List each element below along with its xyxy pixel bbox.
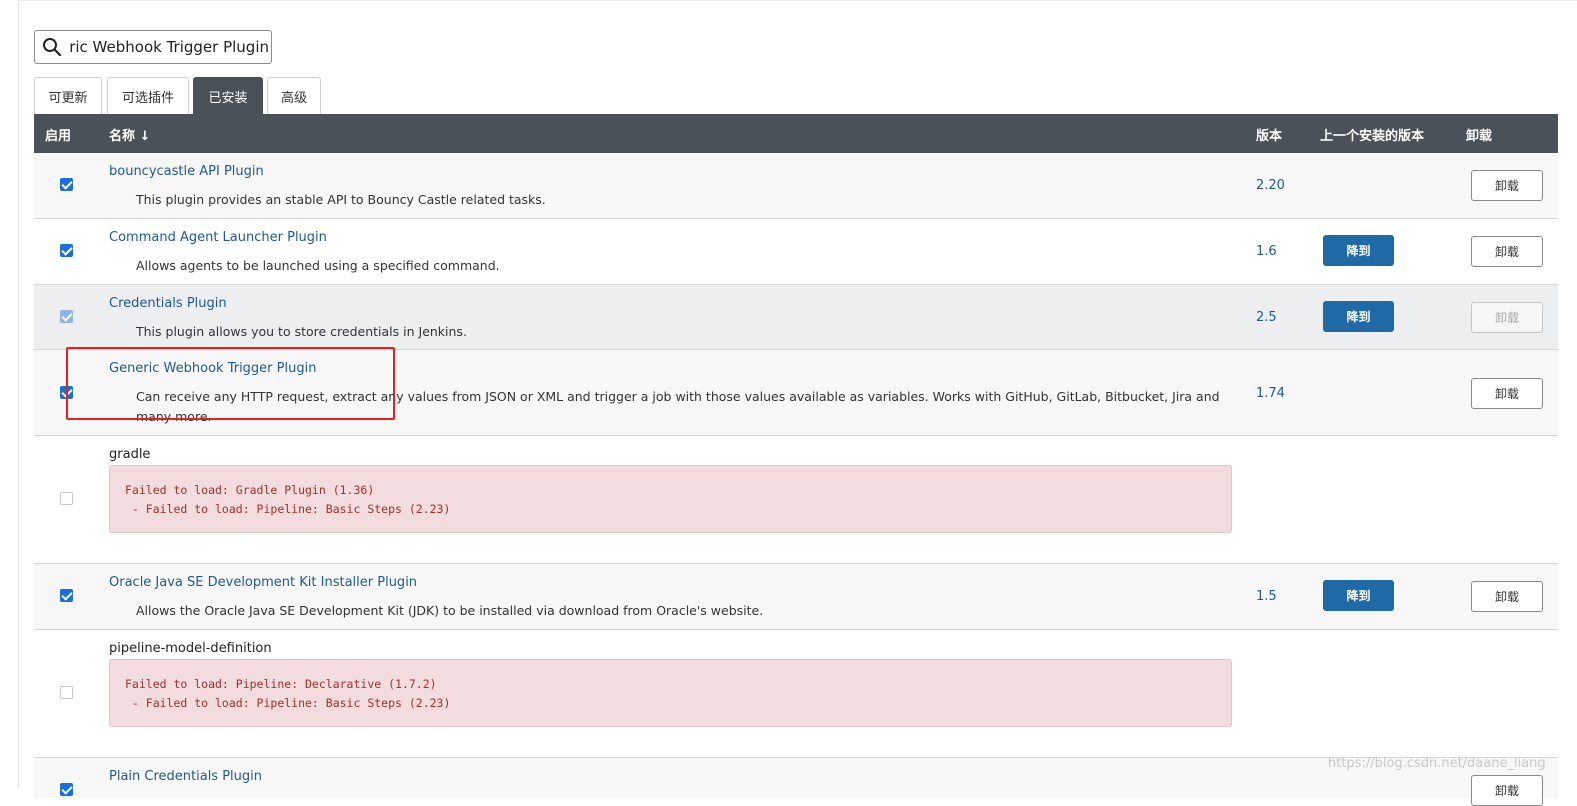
plugin-version-link[interactable]: 2.5: [1256, 310, 1277, 325]
enable-checkbox: [60, 686, 73, 699]
plugin-version-link[interactable]: 1.5: [1256, 589, 1277, 604]
red-highlight-box: [66, 347, 395, 420]
plugin-name-link[interactable]: Command Agent Launcher Plugin: [109, 230, 327, 245]
plugin-name: gradle: [109, 447, 151, 462]
uninstall-button[interactable]: 卸载: [1471, 170, 1543, 201]
plugin-description: Allows agents to be launched using a spe…: [136, 258, 500, 273]
uninstall-button[interactable]: 卸载: [1471, 775, 1543, 806]
table-row: Command Agent Launcher Plugin Allows age…: [34, 219, 1558, 285]
table-row-failed: pipeline-model-definition Failed to load…: [34, 630, 1558, 758]
plugin-error-box: Failed to load: Pipeline: Declarative (1…: [109, 659, 1232, 727]
table-row: bouncycastle API Plugin This plugin prov…: [34, 153, 1558, 219]
tab-available[interactable]: 可选插件: [107, 77, 189, 114]
table-row: Oracle Java SE Development Kit Installer…: [34, 564, 1558, 630]
uninstall-button[interactable]: 卸载: [1471, 581, 1543, 612]
tab-advanced[interactable]: 高级: [267, 77, 321, 114]
enable-checkbox[interactable]: [60, 783, 73, 796]
tab-updates[interactable]: 可更新: [34, 77, 102, 114]
plugin-error-box: Failed to load: Gradle Plugin (1.36) - F…: [109, 465, 1232, 533]
plugin-name-link[interactable]: Oracle Java SE Development Kit Installer…: [109, 575, 417, 590]
uninstall-button-disabled: 卸载: [1471, 302, 1543, 333]
plugin-description: Allows the Oracle Java SE Development Ki…: [136, 603, 764, 618]
column-name-sort[interactable]: 名称 ↓: [109, 125, 150, 144]
column-previous-version: 上一个安装的版本: [1320, 129, 1425, 144]
plugin-version-link[interactable]: 1.6: [1256, 244, 1277, 259]
enable-checkbox[interactable]: [60, 244, 73, 257]
watermark-text: https://blog.csdn.net/daane_liang: [1328, 756, 1546, 771]
error-line: - Failed to load: Pipeline: Basic Steps …: [125, 502, 451, 516]
plugin-version-link[interactable]: 2.20: [1256, 178, 1285, 193]
error-line: Failed to load: Pipeline: Declarative (1…: [125, 677, 437, 691]
search-icon: [43, 38, 62, 57]
error-line: - Failed to load: Pipeline: Basic Steps …: [125, 696, 451, 710]
page-left-border: [18, 0, 19, 787]
table-header: 启用 名称 ↓ 版本 上一个安装的版本 卸载: [34, 114, 1558, 153]
plugin-description: This plugin allows you to store credenti…: [136, 324, 467, 339]
enable-checkbox-disabled: [60, 310, 73, 323]
enable-checkbox: [60, 492, 73, 505]
plugin-filter-input[interactable]: [69, 31, 269, 63]
column-uninstall: 卸载: [1466, 129, 1493, 144]
column-version: 版本: [1256, 129, 1283, 144]
table-row-failed: gradle Failed to load: Gradle Plugin (1.…: [34, 436, 1558, 564]
plugin-name-link[interactable]: Plain Credentials Plugin: [109, 769, 262, 784]
downgrade-button[interactable]: 降到: [1323, 235, 1394, 266]
downgrade-button[interactable]: 降到: [1323, 301, 1394, 332]
plugin-filter-box[interactable]: [34, 30, 272, 64]
plugin-name: pipeline-model-definition: [109, 641, 272, 656]
plugin-version-link[interactable]: 1.74: [1256, 386, 1285, 401]
table-row: Credentials Plugin This plugin allows yo…: [34, 285, 1558, 350]
uninstall-button[interactable]: 卸载: [1471, 236, 1543, 267]
downgrade-button[interactable]: 降到: [1323, 580, 1394, 611]
enable-checkbox[interactable]: [60, 589, 73, 602]
plugin-name-link[interactable]: bouncycastle API Plugin: [109, 164, 264, 179]
tab-installed[interactable]: 已安装: [193, 77, 263, 115]
plugin-description: This plugin provides an stable API to Bo…: [136, 192, 546, 207]
enable-checkbox[interactable]: [60, 178, 73, 191]
uninstall-button[interactable]: 卸载: [1471, 378, 1543, 409]
column-enabled: 启用: [45, 129, 72, 144]
plugin-name-link[interactable]: Credentials Plugin: [109, 296, 227, 311]
page-top-border: [18, 0, 1577, 1]
error-line: Failed to load: Gradle Plugin (1.36): [125, 483, 375, 497]
